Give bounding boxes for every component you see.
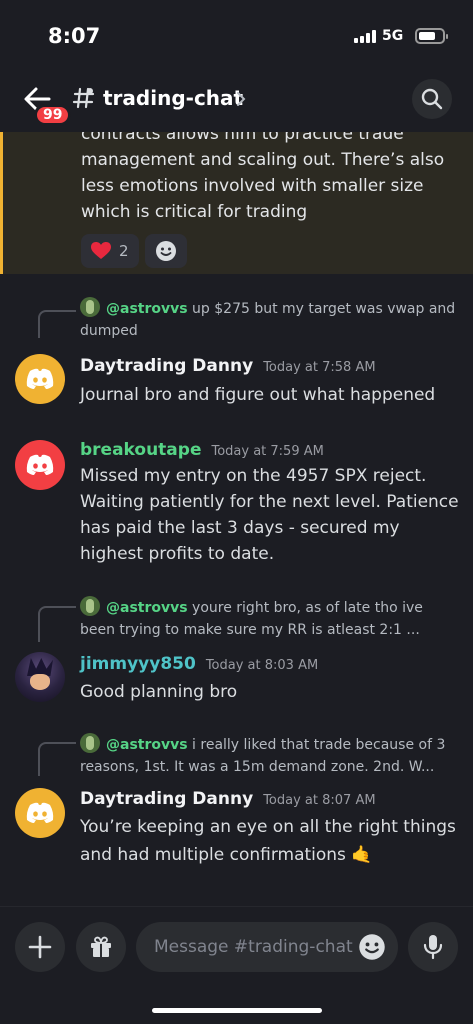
search-icon xyxy=(421,88,443,110)
message-header: jimmyyy850 Today at 8:03 AM xyxy=(80,654,318,674)
timestamp: Today at 8:03 AM xyxy=(205,658,319,673)
reply-mention[interactable]: @astrovvs xyxy=(106,301,188,317)
discord-logo-icon xyxy=(26,368,54,389)
reply-connector xyxy=(38,310,76,338)
message-text: Missed my entry on the 4957 SPX reject. … xyxy=(80,466,459,564)
add-attachment-button[interactable] xyxy=(15,922,65,972)
timestamp: Today at 7:58 AM xyxy=(263,360,376,375)
signal-icon xyxy=(354,30,376,43)
voice-message-button[interactable] xyxy=(408,922,458,972)
message-text: Good planning bro xyxy=(80,682,238,702)
highlighted-message[interactable]: contracts allows him to practice trade m… xyxy=(0,132,473,274)
microphone-icon xyxy=(423,935,443,960)
message-text: Journal bro and figure out what happened xyxy=(80,385,436,405)
smiley-icon xyxy=(155,241,176,261)
emoji-icon[interactable] xyxy=(358,933,386,961)
reaction-count: 2 xyxy=(119,242,129,260)
search-button[interactable] xyxy=(412,79,452,119)
author-name[interactable]: Daytrading Danny xyxy=(80,789,253,809)
heart-icon xyxy=(91,242,111,259)
reply-mention[interactable]: @astrovvs xyxy=(106,600,188,616)
reaction-heart[interactable]: 2 xyxy=(81,234,139,268)
avatar[interactable] xyxy=(15,354,65,404)
avatar[interactable] xyxy=(15,440,65,490)
reply-preview[interactable]: @astrovvs up $275 but my target was vwap… xyxy=(80,297,460,342)
message-header: Daytrading Danny Today at 7:58 AM xyxy=(80,356,376,376)
timestamp: Today at 7:59 AM xyxy=(211,444,324,459)
reply-connector xyxy=(38,742,76,776)
message-input[interactable]: Message #trading-chat xyxy=(136,922,398,972)
message-header: Daytrading Danny Today at 8:07 AM xyxy=(80,789,376,809)
add-reaction-button[interactable] xyxy=(144,234,187,268)
reaction-bar: 2 xyxy=(81,234,187,268)
channel-title[interactable]: trading-chat xyxy=(103,86,243,110)
unread-badge: 99 xyxy=(34,104,72,126)
network-label: 5G xyxy=(382,28,404,44)
gift-button[interactable] xyxy=(76,922,126,972)
discord-logo-icon xyxy=(26,454,54,475)
message-text: You’re keeping an eye on all the right t… xyxy=(80,817,456,865)
reply-avatar xyxy=(80,733,100,753)
message-composer: Message #trading-chat xyxy=(0,906,473,1024)
home-indicator[interactable] xyxy=(152,1008,322,1013)
status-bar: 8:07 5G xyxy=(0,0,473,72)
author-name[interactable]: Daytrading Danny xyxy=(80,356,253,376)
reply-connector xyxy=(38,606,76,642)
reply-mention[interactable]: @astrovvs xyxy=(106,737,188,753)
plus-icon xyxy=(28,935,52,959)
message-placeholder: Message #trading-chat xyxy=(154,937,353,957)
reply-avatar xyxy=(80,297,100,317)
status-time: 8:07 xyxy=(48,24,101,48)
reply-avatar xyxy=(80,596,100,616)
discord-logo-icon xyxy=(26,802,54,823)
channel-hash-icon xyxy=(72,87,95,109)
message-header: breakoutape Today at 7:59 AM xyxy=(80,440,324,460)
author-name[interactable]: jimmyyy850 xyxy=(80,654,196,674)
chevron-right-icon[interactable] xyxy=(236,92,246,106)
reply-preview[interactable]: @astrovvs youre right bro, as of late th… xyxy=(80,596,460,641)
gift-icon xyxy=(91,936,111,957)
battery-icon xyxy=(415,28,448,44)
channel-header: 99 trading-chat xyxy=(0,72,473,132)
message-text: contracts allows him to practice trade m… xyxy=(81,132,445,222)
reply-preview[interactable]: @astrovvs i really liked that trade beca… xyxy=(80,733,460,778)
avatar[interactable] xyxy=(15,652,65,702)
author-name[interactable]: breakoutape xyxy=(80,440,201,460)
timestamp: Today at 8:07 AM xyxy=(263,793,376,808)
avatar[interactable] xyxy=(15,788,65,838)
